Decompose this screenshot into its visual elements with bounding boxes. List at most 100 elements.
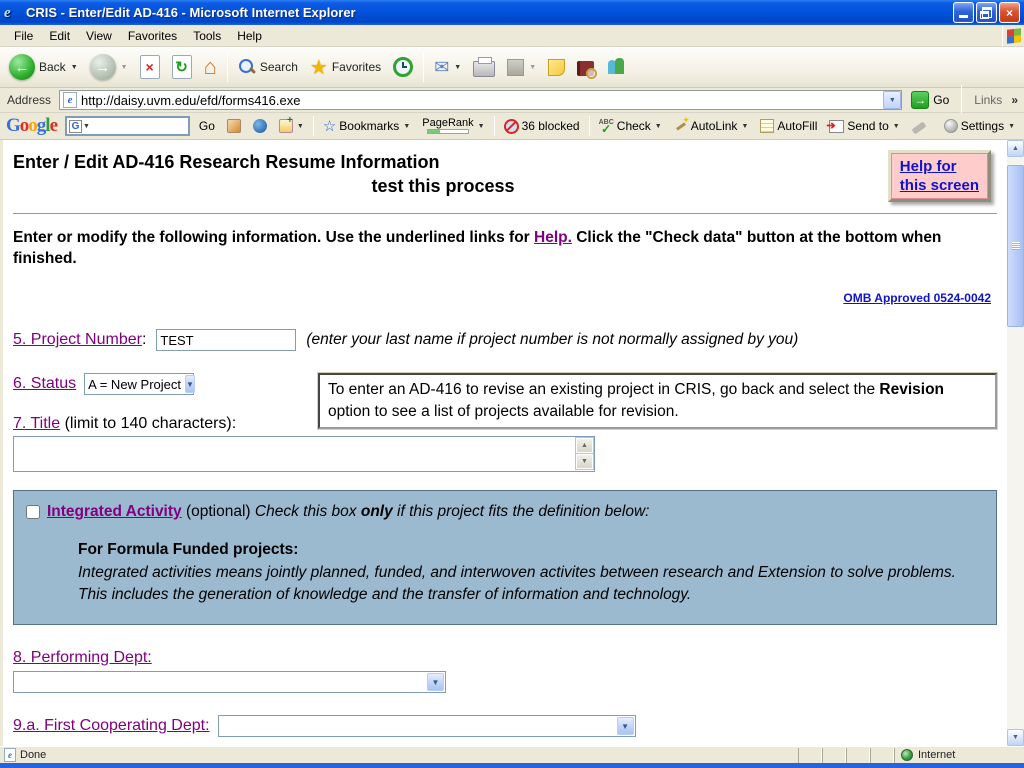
highlighter-icon (911, 121, 927, 135)
pagerank-button[interactable]: PageRank ▼ (419, 116, 487, 136)
performing-dept-dropdown-icon[interactable]: ▼ (427, 673, 444, 691)
status-dropdown-icon[interactable]: ▼ (185, 375, 195, 393)
google-go-button[interactable]: Go (196, 117, 218, 135)
integrated-activity-link[interactable]: Integrated Activity (47, 503, 182, 520)
discuss-button[interactable] (543, 50, 570, 84)
help-link-line2[interactable]: this screen (900, 176, 979, 195)
spellcheck-button[interactable]: ABC ✓ Check ▼ (596, 117, 665, 135)
autolink-button[interactable]: AutoLink ▼ (671, 115, 752, 135)
title-textarea[interactable]: ▲ ▼ (13, 436, 595, 472)
autolink-dropdown-icon[interactable]: ▼ (741, 123, 748, 130)
integrated-activity-checkbox[interactable] (26, 505, 40, 519)
send-to-button[interactable]: Send to ▼ (826, 117, 902, 135)
form-page: Enter / Edit AD-416 Research Resume Info… (3, 140, 1007, 746)
refresh-button[interactable]: ↻ (167, 50, 197, 84)
status-select[interactable]: A = New Project ▼ (84, 373, 195, 395)
links-chevron-icon[interactable]: » (1011, 93, 1020, 107)
restore-icon (980, 6, 992, 19)
vertical-scrollbar[interactable]: ▲ ▼ (1007, 140, 1024, 746)
research-button[interactable] (572, 50, 599, 84)
toolbar-separator (423, 52, 425, 82)
favorites-button[interactable]: ★ Favorites (305, 50, 386, 84)
bookmarks-dropdown-icon[interactable]: ▼ (403, 123, 410, 130)
history-button[interactable] (388, 50, 418, 84)
scroll-down-button[interactable]: ▼ (1007, 729, 1024, 746)
messenger-button[interactable] (601, 50, 631, 84)
status-title-section: 6. Status A = New Project ▼ 7. Title (li… (13, 372, 998, 433)
back-button[interactable]: ← Back ▼ (4, 50, 83, 84)
home-icon: ⌂ (203, 54, 217, 79)
links-label[interactable]: Links (970, 93, 1006, 107)
scroll-up-button[interactable]: ▲ (1007, 140, 1024, 157)
minimize-button[interactable] (953, 2, 974, 23)
go-button[interactable]: → Go (907, 90, 953, 110)
highlighter-button[interactable] (909, 119, 929, 135)
project-number-link[interactable]: 5. Project Number (13, 331, 142, 348)
help-for-screen-link[interactable]: Help for this screen (887, 150, 991, 202)
performing-dept-link[interactable]: 8. Performing Dept: (13, 649, 152, 666)
googlebar-separator (588, 116, 590, 136)
performing-dept-select[interactable]: ▼ (13, 671, 446, 693)
project-number-input[interactable] (156, 329, 297, 351)
back-dropdown-icon[interactable]: ▼ (71, 64, 78, 71)
page-title: Enter / Edit AD-416 Research Resume Info… (13, 152, 440, 172)
print-button[interactable] (468, 50, 500, 84)
menu-favorites[interactable]: Favorites (120, 26, 185, 46)
bookmarks-button[interactable]: ☆ Bookmarks ▼ (320, 115, 413, 137)
settings-dropdown-icon[interactable]: ▼ (1008, 123, 1015, 130)
page-subtitle: test this process (371, 176, 515, 196)
first-cooperating-dept-dropdown-icon[interactable]: ▼ (616, 717, 634, 735)
google-add-bookmark-button[interactable]: ▼ (276, 115, 307, 135)
menu-view[interactable]: View (78, 26, 120, 46)
first-cooperating-dept-select[interactable]: ▼ (217, 715, 636, 737)
google-search-dropdown-icon[interactable]: ▼ (83, 123, 90, 130)
address-bar: Address e http://daisy.uvm.edu/efd/forms… (0, 85, 1024, 115)
status-panel (822, 747, 846, 763)
edit-button[interactable]: ▼ (502, 50, 541, 84)
textarea-scroll-down-icon[interactable]: ▼ (575, 453, 594, 470)
check-dropdown-icon[interactable]: ▼ (655, 123, 662, 130)
address-url[interactable]: http://daisy.uvm.edu/efd/forms416.exe (81, 93, 883, 108)
help-link[interactable]: Help. (534, 229, 572, 246)
standard-toolbar: ← Back ▼ → ▼ × ↻ ⌂ Search ★ Favorites ✉ … (0, 47, 1024, 88)
menu-tools[interactable]: Tools (185, 26, 229, 46)
title-link[interactable]: 7. Title (13, 415, 60, 432)
autofill-label: AutoFill (777, 119, 818, 133)
scrollbar-track[interactable] (1007, 157, 1024, 729)
forward-dropdown-icon[interactable]: ▼ (121, 64, 128, 71)
popup-blocked-button[interactable]: 36 blocked (501, 117, 583, 136)
address-input[interactable]: e http://daisy.uvm.edu/efd/forms416.exe … (59, 90, 903, 110)
mail-dropdown-icon[interactable]: ▼ (454, 64, 461, 71)
menu-file[interactable]: File (6, 26, 41, 46)
first-cooperating-dept-link[interactable]: 9.a. First Cooperating Dept: (13, 717, 210, 735)
mail-button[interactable]: ✉ ▼ (429, 50, 466, 84)
help-link-line1[interactable]: Help for (900, 157, 979, 176)
window-title: CRIS - Enter/Edit AD-416 - Microsoft Int… (26, 5, 356, 20)
settings-button[interactable]: Settings ▼ (941, 117, 1018, 135)
menu-help[interactable]: Help (229, 26, 270, 46)
autofill-button[interactable]: AutoFill (757, 117, 820, 135)
pagerank-dropdown-icon[interactable]: ▼ (478, 123, 485, 130)
google-search-input[interactable]: G ▼ (65, 116, 190, 136)
forward-button[interactable]: → ▼ (85, 50, 133, 84)
google-news-button[interactable] (224, 117, 244, 135)
status-selected-value: A = New Project (88, 376, 182, 392)
menu-edit[interactable]: Edit (41, 26, 78, 46)
search-icon (238, 58, 256, 76)
search-button[interactable]: Search (233, 50, 303, 84)
close-button[interactable]: × (999, 2, 1020, 23)
textarea-scroll-up-icon[interactable]: ▲ (575, 437, 594, 454)
address-dropdown-icon[interactable]: ▼ (883, 91, 902, 109)
stop-button[interactable]: × (135, 50, 165, 84)
status-link[interactable]: 6. Status (13, 375, 76, 393)
home-button[interactable]: ⌂ (199, 50, 222, 84)
edit-dropdown-icon[interactable]: ▼ (529, 64, 536, 71)
omb-link[interactable]: OMB Approved 0524-0042 (843, 291, 991, 305)
restore-button[interactable] (976, 2, 997, 23)
browser-window: e CRIS - Enter/Edit AD-416 - Microsoft I… (0, 0, 1024, 768)
google-earth-button[interactable] (250, 117, 270, 135)
add-bookmark-dropdown-icon[interactable]: ▼ (297, 123, 304, 130)
scrollbar-thumb[interactable] (1007, 165, 1024, 327)
send-to-dropdown-icon[interactable]: ▼ (893, 123, 900, 130)
settings-label: Settings (960, 119, 1005, 133)
